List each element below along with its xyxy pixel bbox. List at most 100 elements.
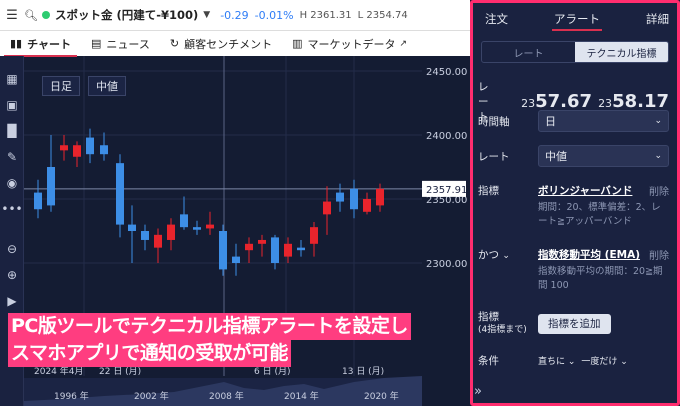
candle-body [336,192,344,202]
chevron-down-icon: ⌄ [654,116,662,126]
candle-body [60,145,68,151]
sentiment-icon: ↻ [169,37,180,50]
condition-value2: 一度だけ [581,357,618,367]
candle-body [180,214,188,228]
news-icon: ▤ [91,37,102,50]
content-tabs: ▮▮ チャート ▤ ニュース ↻ 顧客センチメント ▥ マーケットデータ ↗ [0,30,470,57]
hamburger-icon[interactable]: ☰ [0,8,24,23]
low-price: L 2354.74 [357,9,408,21]
rate-quote: 2357.67 2358.17 [521,91,669,112]
indicator1-delete[interactable]: 削除 [649,183,669,198]
candle-body [219,231,227,270]
y-tick-label: 2450.00 [426,67,467,78]
segment-technical[interactable]: テクニカル指標 [575,42,668,62]
timeline-label: 2008 年 [209,390,244,402]
expand-icon[interactable]: » [474,384,482,399]
timeline-label: 2002 年 [134,390,169,402]
more-icon[interactable]: ••• [0,196,24,222]
zoom-in-icon[interactable]: ⊕ [0,262,24,288]
tab-chart[interactable]: ▮▮ チャート [0,31,81,57]
bid-price[interactable]: 2357.67 [521,91,592,112]
period-chip[interactable]: 日足 [42,76,80,96]
timeframe-select[interactable]: 日 ⌄ [538,110,669,132]
tab-order[interactable]: 注文 [485,3,508,35]
tab-chart-label: チャート [27,37,71,51]
price-type-value: 中値 [545,150,567,163]
price-type-chip[interactable]: 中値 [88,76,126,96]
tab-detail[interactable]: 詳細 [646,3,669,35]
condition-row: 条件 直ちに ⌄ 一度だけ ⌄ [478,353,669,368]
promo-caption: PC版ツールでテクニカル指標アラートを設定し スマホアプリで通知の受取が可能 [8,313,411,367]
indicator1-desc: 期間：20、標準偏差：2、レート≧アッパーバンド [538,202,661,227]
timeframe-label: 時間軸 [478,115,510,128]
candle-body [116,163,124,225]
and-label: かつ [478,249,499,261]
y-tick-label: 2300.00 [426,259,467,270]
drawing-icon[interactable]: ▣ [0,92,24,118]
timeframe-row: 時間軸 日 ⌄ [478,110,669,132]
panel-tabs: 注文 アラート 詳細 [473,3,677,35]
ask-price[interactable]: 2358.17 [598,91,669,112]
candle-body [363,199,371,212]
indicator2-title[interactable]: 指数移動平均 (EMA) [538,247,640,262]
tab-news-label: ニュース [106,37,150,51]
chevron-down-icon: ⌄ [654,151,662,161]
timeline-label: 1996 年 [54,390,89,402]
indicator1-block: ボリンジャーバンド 削除 期間：20、標準偏差：2、レート≧アッパーバンド [538,183,669,229]
bid-small: 23 [521,97,536,110]
x-tick-label: 6 日 (月) [254,366,290,377]
indicator3-sub: (4指標まで) [478,325,527,335]
instrument-name[interactable]: スポット金 (円建て-¥100) [55,7,198,23]
candle-body [141,231,149,240]
indicator-label: 指標 [478,185,499,197]
price-type-select[interactable]: 中値 ⌄ [538,145,669,167]
condition-immediate[interactable]: 直ちに ⌄ [538,354,575,367]
indicator2-desc: 指数移動平均の期間：20≧期間 100 [538,266,663,291]
indicator1-title[interactable]: ボリンジャーバンド [538,183,632,198]
candle-body [271,237,279,263]
x-tick-label: 13 日 (月) [342,366,384,377]
ask-small: 23 [598,97,613,110]
candle-body [297,247,305,251]
and-selector[interactable]: かつ ⌄ [478,247,538,262]
candle-body [47,167,55,206]
condition-once[interactable]: 一度だけ ⌄ [581,354,627,367]
timeline-label: 2014 年 [284,390,319,402]
timeline-label: 2020 年 [364,390,399,402]
indicator1-row: 指標 ボリンジャーバンド 削除 期間：20、標準偏差：2、レート≧アッパーバンド [478,183,669,229]
layout-icon[interactable]: ▦ [0,66,24,92]
price-change-percent: -0.01% [254,8,294,22]
add-indicator-button[interactable]: 指標を追加 [538,313,611,334]
ask-big: 58.17 [612,91,669,112]
timeframe-value: 日 [545,115,556,128]
tab-alert[interactable]: アラート [552,3,602,35]
candle-body [154,234,162,248]
add-indicator-row: 指標 (4指標まで) 指標を追加 [478,311,669,336]
market-status-dot [41,11,50,19]
tab-market-data[interactable]: ▥ マーケットデータ ↗ [282,31,417,57]
candle-body [232,256,240,263]
high-price: H 2361.31 [299,9,352,21]
eye-icon[interactable]: ◉ [0,170,24,196]
candle-body [376,188,384,206]
tab-sentiment[interactable]: ↻ 顧客センチメント [160,31,282,57]
indicator3-label-block: 指標 (4指標まで) [478,311,538,336]
candle-body [167,224,175,240]
candle-body [258,239,266,244]
chevron-down-icon[interactable]: ▼ [203,10,210,20]
indicator2-block: 指数移動平均 (EMA) 削除 指数移動平均の期間：20≧期間 100 [538,247,669,293]
indicator-icon[interactable]: ▐▌ [0,118,24,144]
candle-body [350,188,358,210]
chevron-down-icon: ⌄ [502,251,510,261]
price-type-row: レート 中値 ⌄ [478,145,669,167]
pen-icon[interactable]: ✎ [0,144,24,170]
tab-news[interactable]: ▤ ニュース [81,31,160,57]
condition-label: 条件 [478,355,499,367]
segment-rate[interactable]: レート [482,42,575,62]
zoom-out-icon[interactable]: ⊖ [0,236,24,262]
search-icon[interactable]: 🔍︎ [24,9,38,22]
candle-body [34,192,42,210]
play-icon[interactable]: ▶ [0,288,24,314]
alert-panel: 注文 アラート 詳細 レート テクニカル指標 レート 2357.67 2358.… [470,0,680,406]
indicator2-delete[interactable]: 削除 [649,247,669,262]
